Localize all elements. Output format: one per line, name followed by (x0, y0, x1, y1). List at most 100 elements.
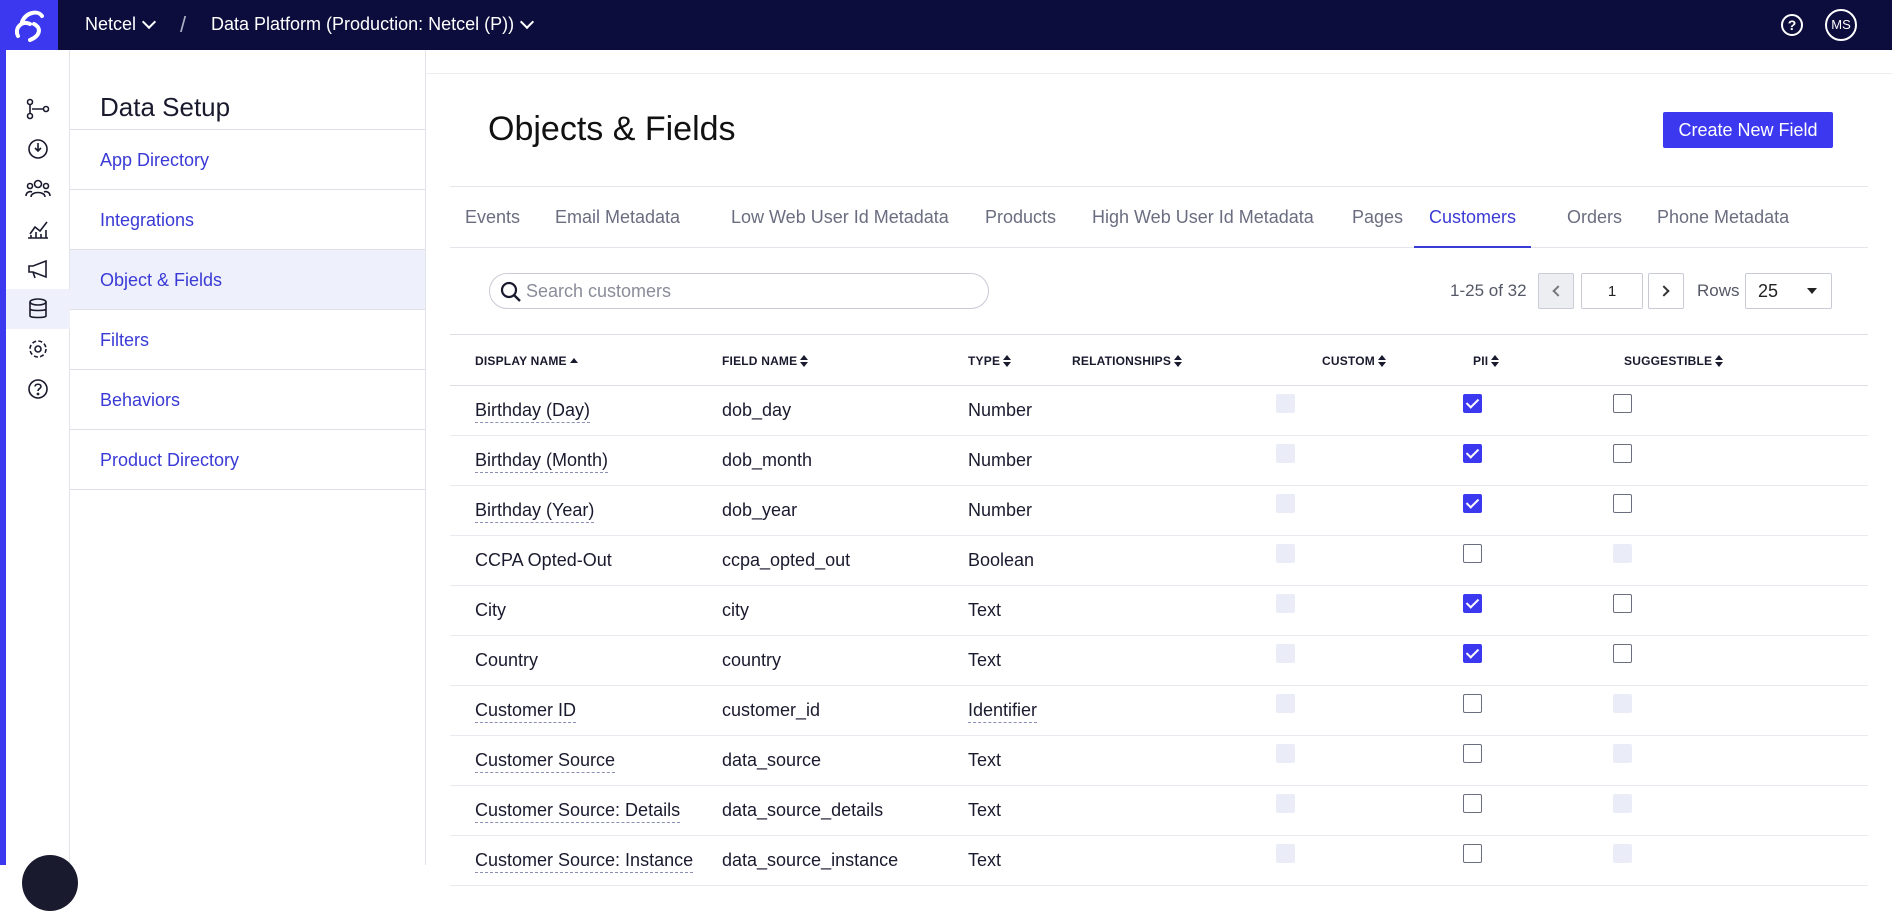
app-logo[interactable] (0, 0, 58, 50)
table-row[interactable]: Customer Source: Instance data_source_ins… (450, 836, 1868, 886)
pii-checkbox[interactable] (1463, 644, 1482, 663)
column-header-type[interactable]: TYPE (968, 354, 1012, 368)
subnav-item-integrations[interactable]: Integrations (70, 190, 425, 250)
cell-display-name: Birthday (Year) (475, 500, 595, 523)
subnav-item-product-directory[interactable]: Product Directory (70, 430, 425, 490)
help-icon[interactable]: ? (1781, 14, 1803, 36)
column-label: RELATIONSHIPS (1072, 354, 1172, 368)
search-input[interactable] (526, 280, 966, 302)
org-switcher[interactable]: Netcel (85, 14, 157, 35)
pii-checkbox[interactable] (1463, 844, 1482, 863)
cell-field-name: data_source_details (722, 800, 884, 820)
project-switcher[interactable]: Data Platform (Production: Netcel (P)) (211, 14, 535, 35)
page-title: Objects & Fields (488, 110, 736, 148)
column-header-pii[interactable]: PII (1473, 354, 1500, 368)
prev-page-button[interactable] (1538, 273, 1574, 309)
custom-checkbox (1276, 844, 1295, 863)
pii-checkbox[interactable] (1463, 494, 1482, 513)
rail-settings[interactable] (6, 329, 70, 369)
next-page-button[interactable] (1648, 273, 1684, 309)
suggestible-checkbox (1613, 844, 1632, 863)
cell-type: Number (968, 450, 1033, 470)
pii-checkbox[interactable] (1463, 544, 1482, 563)
rail-audience[interactable] (6, 169, 70, 209)
suggestible-checkbox (1613, 544, 1632, 563)
suggestible-checkbox[interactable] (1613, 444, 1632, 463)
pagination-range: 1-25 of 32 (1450, 281, 1527, 300)
table-row[interactable]: Birthday (Month) dob_month Number (450, 436, 1868, 486)
column-label: FIELD NAME (722, 354, 798, 368)
table-row[interactable]: City city Text (450, 586, 1868, 636)
cell-display-name: Birthday (Day) (475, 400, 591, 423)
help-icon (28, 379, 48, 399)
table-row[interactable]: Customer Source: Details data_source_deta… (450, 786, 1868, 836)
create-new-field-button[interactable]: Create New Field (1663, 112, 1833, 148)
cell-display-name: Birthday (Month) (475, 450, 609, 473)
object-tabs: Events Email Metadata Low Web User Id Me… (450, 186, 1868, 248)
suggestible-checkbox[interactable] (1613, 644, 1632, 663)
column-header-custom[interactable]: CUSTOM (1322, 354, 1386, 368)
rail-insights[interactable] (6, 129, 70, 169)
suggestible-checkbox[interactable] (1613, 494, 1632, 513)
search-icon (500, 281, 521, 302)
pii-checkbox[interactable] (1463, 744, 1482, 763)
org-name: Netcel (85, 14, 137, 34)
column-header-field-name[interactable]: FIELD NAME (722, 354, 809, 368)
tab-high-web-user-id-metadata[interactable]: High Web User Id Metadata (1077, 187, 1329, 248)
tab-products[interactable]: Products (970, 187, 1071, 248)
rail-data-setup[interactable] (6, 289, 70, 329)
table-row[interactable]: Birthday (Day) dob_day Number (450, 386, 1868, 436)
rail-campaigns[interactable] (6, 249, 70, 289)
cell-type: Boolean (968, 550, 1035, 570)
tab-events[interactable]: Events (450, 187, 535, 248)
column-header-display-name[interactable]: DISPLAY NAME (475, 354, 578, 368)
page-number-input[interactable] (1581, 273, 1643, 309)
custom-checkbox (1276, 744, 1295, 763)
cell-field-name: dob_day (722, 400, 792, 420)
table-row[interactable]: Customer Source data_source Text (450, 736, 1868, 786)
subnav-item-filters[interactable]: Filters (70, 310, 425, 370)
cell-field-name: ccpa_opted_out (722, 550, 851, 570)
column-header-relationships[interactable]: RELATIONSHIPS (1072, 354, 1183, 368)
cell-field-name: dob_year (722, 500, 798, 520)
table-row[interactable]: Customer ID customer_id Identifier (450, 686, 1868, 736)
pii-checkbox[interactable] (1463, 594, 1482, 613)
subnav-item-behaviors[interactable]: Behaviors (70, 370, 425, 430)
suggestible-checkbox (1613, 794, 1632, 813)
avatar[interactable]: MS (1825, 9, 1857, 41)
rail-analytics[interactable] (6, 209, 70, 249)
pii-checkbox[interactable] (1463, 444, 1482, 463)
cell-type: Text (968, 750, 1002, 770)
rail-help[interactable] (6, 369, 70, 409)
column-header-suggestible[interactable]: SUGGESTIBLE (1624, 354, 1724, 368)
rows-per-page-select[interactable]: 25 (1745, 273, 1832, 309)
column-label: TYPE (968, 354, 1001, 368)
table-header: DISPLAY NAME FIELD NAME TYPE RELATIONSHI… (450, 334, 1868, 386)
suggestible-checkbox[interactable] (1613, 594, 1632, 613)
suggestible-checkbox[interactable] (1613, 394, 1632, 413)
tab-orders[interactable]: Orders (1552, 187, 1637, 248)
table-row[interactable]: CCPA Opted-Out ccpa_opted_out Boolean (450, 536, 1868, 586)
pii-checkbox[interactable] (1463, 694, 1482, 713)
tab-customers[interactable]: Customers (1414, 187, 1532, 248)
suggestible-checkbox (1613, 694, 1632, 713)
tab-email-metadata[interactable]: Email Metadata (540, 187, 695, 248)
tab-pages[interactable]: Pages (1337, 187, 1418, 248)
subnav-item-app-directory[interactable]: App Directory (70, 130, 425, 190)
cell-type: Text (968, 650, 1002, 670)
tab-phone-metadata[interactable]: Phone Metadata (1642, 187, 1804, 248)
table-row[interactable]: Birthday (Year) dob_year Number (450, 486, 1868, 536)
tab-low-web-user-id-metadata[interactable]: Low Web User Id Metadata (716, 187, 964, 248)
pii-checkbox[interactable] (1463, 794, 1482, 813)
insights-icon (28, 139, 48, 159)
custom-checkbox (1276, 394, 1295, 413)
sort-icon (1715, 355, 1724, 367)
rail-workflow[interactable] (6, 89, 70, 129)
custom-checkbox (1276, 544, 1295, 563)
project-name: Data Platform (Production: Netcel (P)) (211, 14, 515, 34)
custom-checkbox (1276, 644, 1295, 663)
pii-checkbox[interactable] (1463, 394, 1482, 413)
subnav-item-object-fields[interactable]: Object & Fields (70, 250, 425, 310)
cell-field-name: city (722, 600, 749, 620)
table-row[interactable]: Country country Text (450, 636, 1868, 686)
